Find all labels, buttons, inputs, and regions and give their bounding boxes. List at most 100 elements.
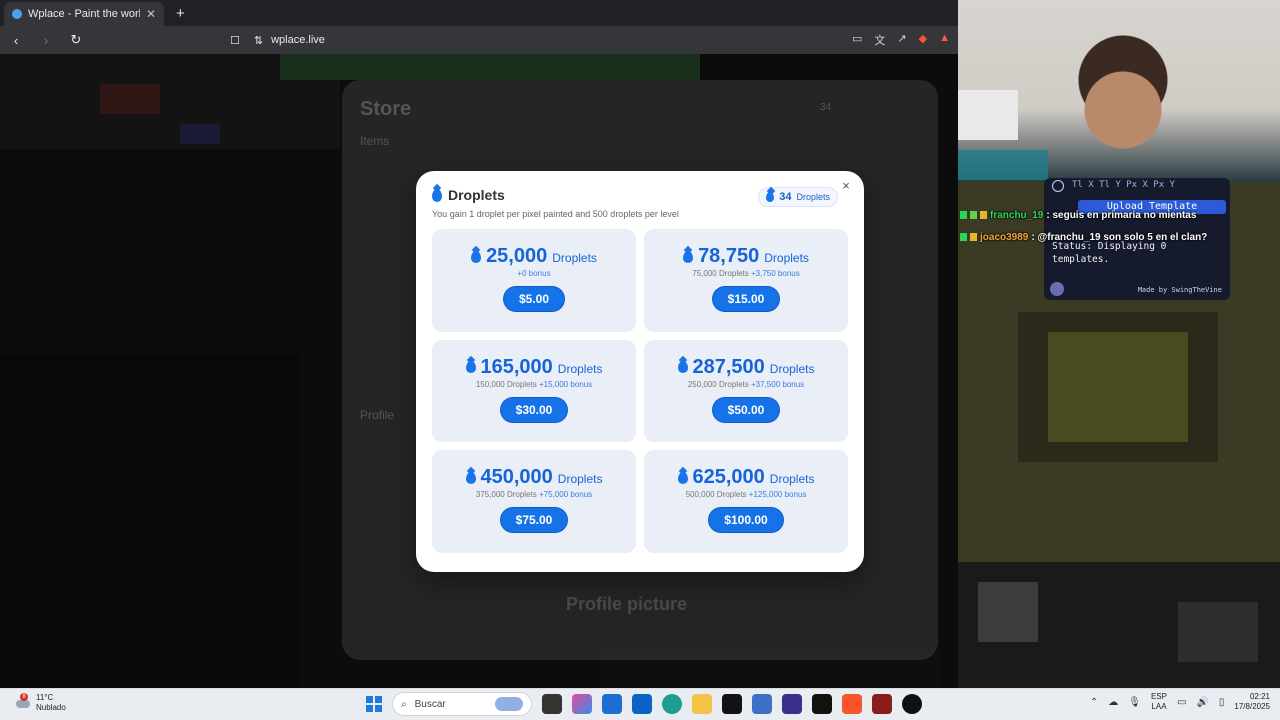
share-icon[interactable]: ↗ — [897, 32, 906, 48]
made-by-label: Made by SwingTheVine — [1137, 286, 1222, 294]
package-amount: 78,750 — [698, 245, 760, 267]
droplet-icon — [677, 361, 688, 373]
search-label: Buscar — [414, 698, 446, 710]
webcam-feed — [958, 0, 1280, 182]
tab-bar: Wplace - Paint the world ✕ + — [0, 0, 958, 26]
proton-vpn-icon[interactable] — [782, 694, 802, 714]
package-amount: 287,500 — [692, 355, 765, 378]
coords-header: Tl X Tl Y Px X Px Y — [1072, 180, 1175, 190]
buy-button[interactable]: $50.00 — [712, 397, 780, 422]
video-app-icon[interactable] — [872, 694, 892, 714]
close-tab-icon[interactable]: ✕ — [146, 7, 156, 21]
buy-button[interactable]: $5.00 — [503, 287, 565, 311]
package-card: 25,000 Droplets +0 bonus $5.00 — [432, 229, 636, 332]
droplet-icon — [465, 471, 476, 484]
translate-icon[interactable]: 文 — [874, 32, 885, 48]
store-app-icon[interactable] — [602, 694, 622, 714]
volume-icon[interactable]: 🔊 — [1196, 697, 1208, 708]
new-tab-button[interactable]: + — [176, 5, 185, 22]
reload-icon[interactable]: ↻ — [68, 32, 84, 48]
back-icon[interactable]: ‹ — [8, 33, 24, 48]
mm-app-icon[interactable] — [812, 694, 832, 714]
chevron-up-icon[interactable]: ⌃ — [1090, 697, 1098, 708]
package-card: 165,000 Droplets 150,000 Droplets +15,000… — [432, 339, 636, 442]
kick-badge-icon — [960, 233, 967, 241]
package-base: 375,000 Droplets — [475, 490, 537, 499]
clock-time: 02:21 — [1249, 692, 1270, 701]
package-unit: Droplets — [557, 361, 603, 376]
weather-badge: 8 — [20, 693, 28, 701]
cloud-sync-icon[interactable]: ☁ — [1108, 697, 1118, 708]
cast-icon[interactable]: ▭ — [852, 32, 862, 48]
store-profile-label: Profile — [360, 408, 395, 422]
droplet-icon — [683, 250, 694, 263]
language-indicator[interactable]: ESP LAA — [1151, 692, 1167, 712]
package-bonus-line: 75,000 Droplets +3,750 bonus — [692, 269, 799, 278]
tab-wplace[interactable]: Wplace - Paint the world ✕ — [4, 2, 164, 26]
package-bonus-line: 500,000 Droplets +125,000 bonus — [686, 490, 807, 499]
lang-bottom: LAA — [1151, 702, 1167, 711]
chat-text: : seguis en primaria no mientas — [1046, 209, 1197, 221]
weather-widget[interactable]: 8 11°C Nublado — [16, 693, 66, 713]
package-base: 75,000 Droplets — [692, 269, 749, 278]
brave-icon[interactable] — [842, 694, 862, 714]
tiktok-icon[interactable] — [722, 694, 742, 714]
package-amount: 450,000 — [480, 466, 553, 488]
close-icon[interactable]: × — [838, 178, 854, 194]
bluemarble-logo-icon — [1050, 282, 1064, 296]
store-balance: 34 — [820, 102, 832, 113]
network-icon[interactable]: ▭ — [1177, 697, 1186, 708]
package-bonus: +37,500 bonus — [751, 379, 805, 389]
weather-desc: Nublado — [36, 703, 66, 712]
copilot-icon[interactable] — [572, 694, 592, 714]
buy-button[interactable]: $75.00 — [500, 508, 568, 532]
file-explorer-icon[interactable] — [692, 694, 712, 714]
site-info-icon[interactable]: ⇅ — [254, 34, 263, 47]
droplets-modal: Droplets 34 Droplets × You gain 1 drople… — [416, 171, 864, 572]
stream-chat: franchu_19 : seguis en primaria no mient… — [960, 204, 1207, 248]
brave-shield-icon[interactable]: ◆ — [919, 32, 927, 48]
package-bonus: +125,000 bonus — [748, 490, 807, 499]
droplet-icon — [766, 192, 775, 202]
url-text[interactable]: wplace.live — [271, 34, 325, 46]
balance-value: 34 — [779, 191, 792, 203]
droplet-balance: 34 Droplets — [758, 187, 838, 207]
store-title: Store — [360, 98, 412, 120]
droplet-icon — [471, 250, 482, 263]
clock[interactable]: 02:21 17/8/2025 — [1234, 692, 1270, 712]
browser-toolbar: ‹ › ↻ ☐ ⇅ wplace.live ▭ 文 ↗ ◆ ▲ — [0, 26, 958, 54]
modal-title: Droplets — [448, 187, 505, 203]
kick-badge-icon — [960, 211, 967, 219]
battery-icon[interactable]: ▯ — [1219, 697, 1225, 708]
buy-button[interactable]: $15.00 — [712, 287, 780, 311]
brave-rewards-icon[interactable]: ▲ — [939, 32, 950, 48]
app-icon[interactable] — [752, 694, 772, 714]
github-icon[interactable] — [902, 694, 922, 714]
package-amount: 165,000 — [480, 355, 553, 378]
package-base: 500,000 Droplets — [685, 490, 747, 499]
windows-start-icon[interactable] — [366, 696, 382, 712]
template-toggle-icon[interactable] — [1052, 180, 1064, 192]
search-highlight-icon — [495, 697, 523, 711]
taskbar-search[interactable]: ⌕ Buscar — [392, 692, 532, 716]
clock-date: 17/8/2025 — [1234, 702, 1270, 711]
bookmark-icon[interactable]: ☐ — [230, 34, 240, 47]
globe-icon — [12, 9, 22, 19]
microphone-icon[interactable]: 🎙 — [1128, 697, 1141, 708]
taskbar-apps: ⌕ Buscar — [366, 692, 922, 716]
task-view-icon[interactable] — [542, 694, 562, 714]
package-bonus: +15,000 bonus — [539, 379, 593, 389]
outlook-icon[interactable] — [632, 694, 652, 714]
balance-label: Droplets — [796, 192, 830, 202]
package-unit: Droplets — [764, 251, 809, 265]
package-card: 625,000 Droplets 500,000 Droplets +125,00… — [644, 450, 848, 553]
address-bar[interactable]: ☐ ⇅ wplace.live — [98, 34, 838, 47]
buy-button[interactable]: $30.00 — [500, 397, 568, 422]
package-bonus-line: 375,000 Droplets +75,000 bonus — [476, 490, 592, 499]
buy-button[interactable]: $100.00 — [709, 508, 783, 532]
chat-username: franchu_19 — [990, 209, 1044, 221]
droplet-icon — [432, 188, 442, 202]
edge-icon[interactable] — [662, 694, 682, 714]
forward-icon[interactable]: › — [38, 33, 54, 48]
droplet-icon — [465, 361, 476, 373]
